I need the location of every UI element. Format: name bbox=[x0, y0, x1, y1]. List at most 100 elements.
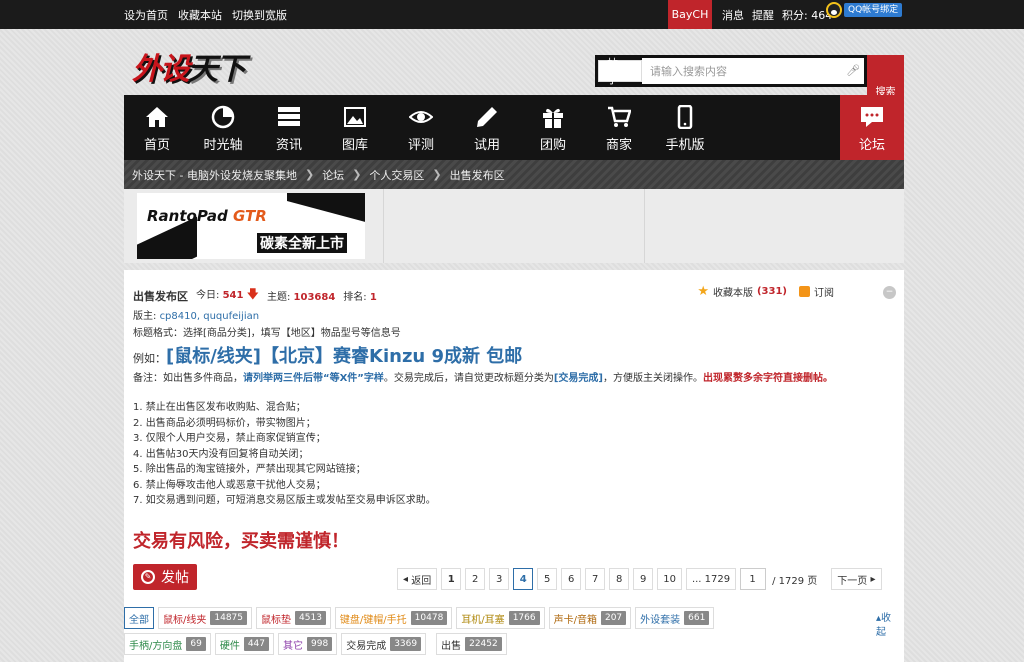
category-tag[interactable]: 外设套装 661 bbox=[635, 607, 715, 629]
forum-panel: 出售发布区 今日: 541 🡇 主题: 103684 排名: 1 ★ 收藏本版 … bbox=[124, 270, 904, 662]
rule-item: 3. 仅限个人用户交易，禁止商家促销宣传； bbox=[133, 433, 326, 444]
rantopad-ad-image[interactable]: RantoPad GTR 碳素全新上市 bbox=[137, 193, 365, 259]
collapse-icon[interactable]: − bbox=[883, 286, 896, 299]
forum-header: 出售发布区 今日: 541 🡇 主题: 103684 排名: 1 bbox=[133, 287, 377, 303]
category-tag[interactable]: 鼠标/线夹 14875 bbox=[158, 607, 253, 629]
username-link[interactable]: BayCH bbox=[668, 0, 712, 29]
edit-icon: ✎ bbox=[141, 570, 155, 584]
category-tag[interactable]: 手柄/方向盘 69 bbox=[124, 633, 211, 655]
page-link[interactable]: 2 bbox=[465, 568, 486, 590]
category-tag[interactable]: 鼠标垫 4513 bbox=[256, 607, 331, 629]
qq-bind-button[interactable]: QQ帐号绑定 bbox=[826, 2, 904, 18]
set-homepage-link[interactable]: 设为首页 bbox=[124, 7, 168, 23]
forum-name: 出售发布区 bbox=[133, 289, 188, 303]
nav-gallery[interactable]: 图库 bbox=[322, 95, 388, 160]
clock-icon bbox=[211, 105, 235, 129]
breadcrumb-current[interactable]: 出售发布区 bbox=[450, 167, 505, 183]
page-link[interactable]: 1 bbox=[441, 568, 462, 590]
banner-slot-1[interactable]: RantoPad GTR 碳素全新上市 bbox=[124, 189, 385, 263]
qq-bind-label: QQ帐号绑定 bbox=[844, 3, 903, 17]
search-button[interactable]: 搜索 bbox=[867, 55, 904, 98]
news-icon bbox=[278, 107, 300, 126]
points-link[interactable]: 积分: 464 bbox=[782, 7, 832, 23]
nav-review[interactable]: 评测 bbox=[388, 95, 454, 160]
last-page-link[interactable]: ... 1729 bbox=[685, 568, 737, 590]
title-format-rule: 标题格式：选择[商品分类]，填写【地区】物品型号等信息号 bbox=[133, 328, 401, 339]
nav-home[interactable]: 首页 bbox=[124, 95, 190, 160]
rule-item: 2. 出售商品必须明码标价，带实物图片； bbox=[133, 417, 316, 429]
page-link[interactable]: 6 bbox=[561, 568, 582, 590]
nav-forum[interactable]: 论坛 bbox=[840, 95, 904, 160]
category-tag[interactable]: 声卡/音箱 207 bbox=[548, 607, 632, 629]
category-tag[interactable]: 耳机/耳塞 1766 bbox=[456, 607, 545, 629]
search-input[interactable]: 请输入搜索内容 🎤︎ bbox=[642, 58, 864, 84]
page-link[interactable]: 8 bbox=[609, 568, 630, 590]
search-category-select[interactable]: 帖子 ▾ bbox=[598, 57, 642, 86]
category-tag[interactable]: 其它 998 bbox=[278, 633, 338, 655]
pagination: ◂ 返回 1 2 3 4 5 6 7 8 9 10 ... 1729 1 / 1… bbox=[397, 568, 882, 590]
new-post-button[interactable]: ✎ 发帖 bbox=[133, 564, 197, 590]
category-tag[interactable]: 出售 22452 bbox=[436, 633, 507, 655]
gift-icon bbox=[543, 108, 563, 128]
cart-icon bbox=[608, 106, 631, 127]
favorite-count: (331) bbox=[756, 286, 787, 297]
nav-merchants[interactable]: 商家 bbox=[586, 95, 652, 160]
bookmark-site-link[interactable]: 收藏本站 bbox=[178, 7, 222, 23]
banner-slot-2[interactable] bbox=[384, 189, 645, 263]
category-tag[interactable]: 键盘/键帽/手托 10478 bbox=[334, 607, 453, 629]
nav-news[interactable]: 资讯 bbox=[256, 95, 322, 160]
page-link[interactable]: 5 bbox=[537, 568, 558, 590]
forum-note: 备注：如出售多件商品，请列举两三件后带“等X件”字样。交易完成后，请自觉更改标题… bbox=[133, 373, 833, 384]
chevron-right-icon: ❯ bbox=[432, 168, 442, 181]
next-page-button[interactable]: 下一页 ▸ bbox=[831, 568, 882, 590]
example-title: [鼠标/线夹]【北京】赛睿Kinzu 9成新 包邮 bbox=[166, 346, 523, 367]
page-jump-input[interactable]: 1 bbox=[740, 568, 767, 590]
breadcrumb-forum[interactable]: 论坛 bbox=[322, 167, 344, 183]
site-logo[interactable]: 外设天下 bbox=[132, 48, 282, 92]
category-row: 手柄/方向盘 69 硬件 447 其它 998 交易完成 3369 出售 22452 bbox=[124, 633, 507, 655]
search-bar: 帖子 ▾ 请输入搜索内容 🎤︎ bbox=[595, 55, 867, 87]
collapse-categories-link[interactable]: ▴收起 bbox=[876, 612, 896, 640]
total-pages: / 1729 页 bbox=[770, 568, 820, 590]
category-tag[interactable]: 硬件 447 bbox=[214, 633, 275, 655]
back-button[interactable]: ◂ 返回 bbox=[397, 568, 438, 590]
rule-item: 1. 禁止在出售区发布收购贴、混合贴； bbox=[133, 402, 306, 413]
nav-trial[interactable]: 试用 bbox=[454, 95, 520, 160]
microphone-icon[interactable]: 🎤︎ bbox=[846, 64, 860, 78]
chevron-right-icon: ❯ bbox=[304, 168, 315, 181]
breadcrumb-home[interactable]: 外设天下 - 电脑外设发烧友聚集地 bbox=[132, 167, 297, 183]
topics-count: 103684 bbox=[293, 292, 336, 303]
title-example: 例如： [鼠标/线夹]【北京】赛睿Kinzu 9成新 包邮 bbox=[133, 342, 522, 368]
nav-mobile[interactable]: 手机版 bbox=[652, 95, 718, 160]
moderator-links[interactable]: cp8410, ququfeijian bbox=[160, 311, 260, 322]
today-count: 541 bbox=[222, 290, 244, 301]
pencil-icon bbox=[477, 107, 497, 127]
reminders-link[interactable]: 提醒 bbox=[752, 7, 774, 23]
penguin-icon bbox=[826, 2, 842, 18]
home-icon bbox=[146, 107, 168, 127]
breadcrumb-trade-zone[interactable]: 个人交易区 bbox=[369, 167, 424, 183]
ad-brand: RantoPad bbox=[147, 207, 228, 225]
nav-timeline[interactable]: 时光轴 bbox=[190, 95, 256, 160]
messages-link[interactable]: 消息 bbox=[722, 7, 744, 23]
page-link[interactable]: 7 bbox=[585, 568, 606, 590]
category-all[interactable]: 全部 bbox=[124, 607, 154, 629]
risk-warning: 交易有风险，买卖需谨慎！ bbox=[133, 531, 349, 552]
arrow-down-icon: 🡇 bbox=[246, 287, 259, 301]
nav-groupbuy[interactable]: 团购 bbox=[520, 95, 586, 160]
eye-icon bbox=[409, 111, 433, 123]
page-link-current[interactable]: 4 bbox=[513, 568, 534, 590]
ad-model: GTR bbox=[232, 207, 267, 225]
page-link[interactable]: 10 bbox=[657, 568, 682, 590]
category-row: 全部 鼠标/线夹 14875 鼠标垫 4513 键盘/键帽/手托 10478 耳机/耳… bbox=[124, 607, 715, 629]
page-link[interactable]: 3 bbox=[489, 568, 510, 590]
wide-mode-link[interactable]: 切换到宽版 bbox=[232, 7, 287, 23]
top-bar: 设为首页 收藏本站 切换到宽版 BayCH 消息 提醒 积分: 464 QQ帐号… bbox=[0, 0, 1024, 29]
chevron-right-icon: ❯ bbox=[352, 168, 362, 181]
banner-slot-3[interactable] bbox=[645, 189, 904, 263]
category-tag[interactable]: 交易完成 3369 bbox=[341, 633, 427, 655]
rule-item: 5. 除出售品的淘宝链接外，严禁出现其它网站链接； bbox=[133, 464, 366, 475]
subscribe-link[interactable]: 订阅 bbox=[814, 284, 834, 299]
page-link[interactable]: 9 bbox=[633, 568, 654, 590]
favorite-forum-link[interactable]: 收藏本版 bbox=[713, 284, 753, 299]
